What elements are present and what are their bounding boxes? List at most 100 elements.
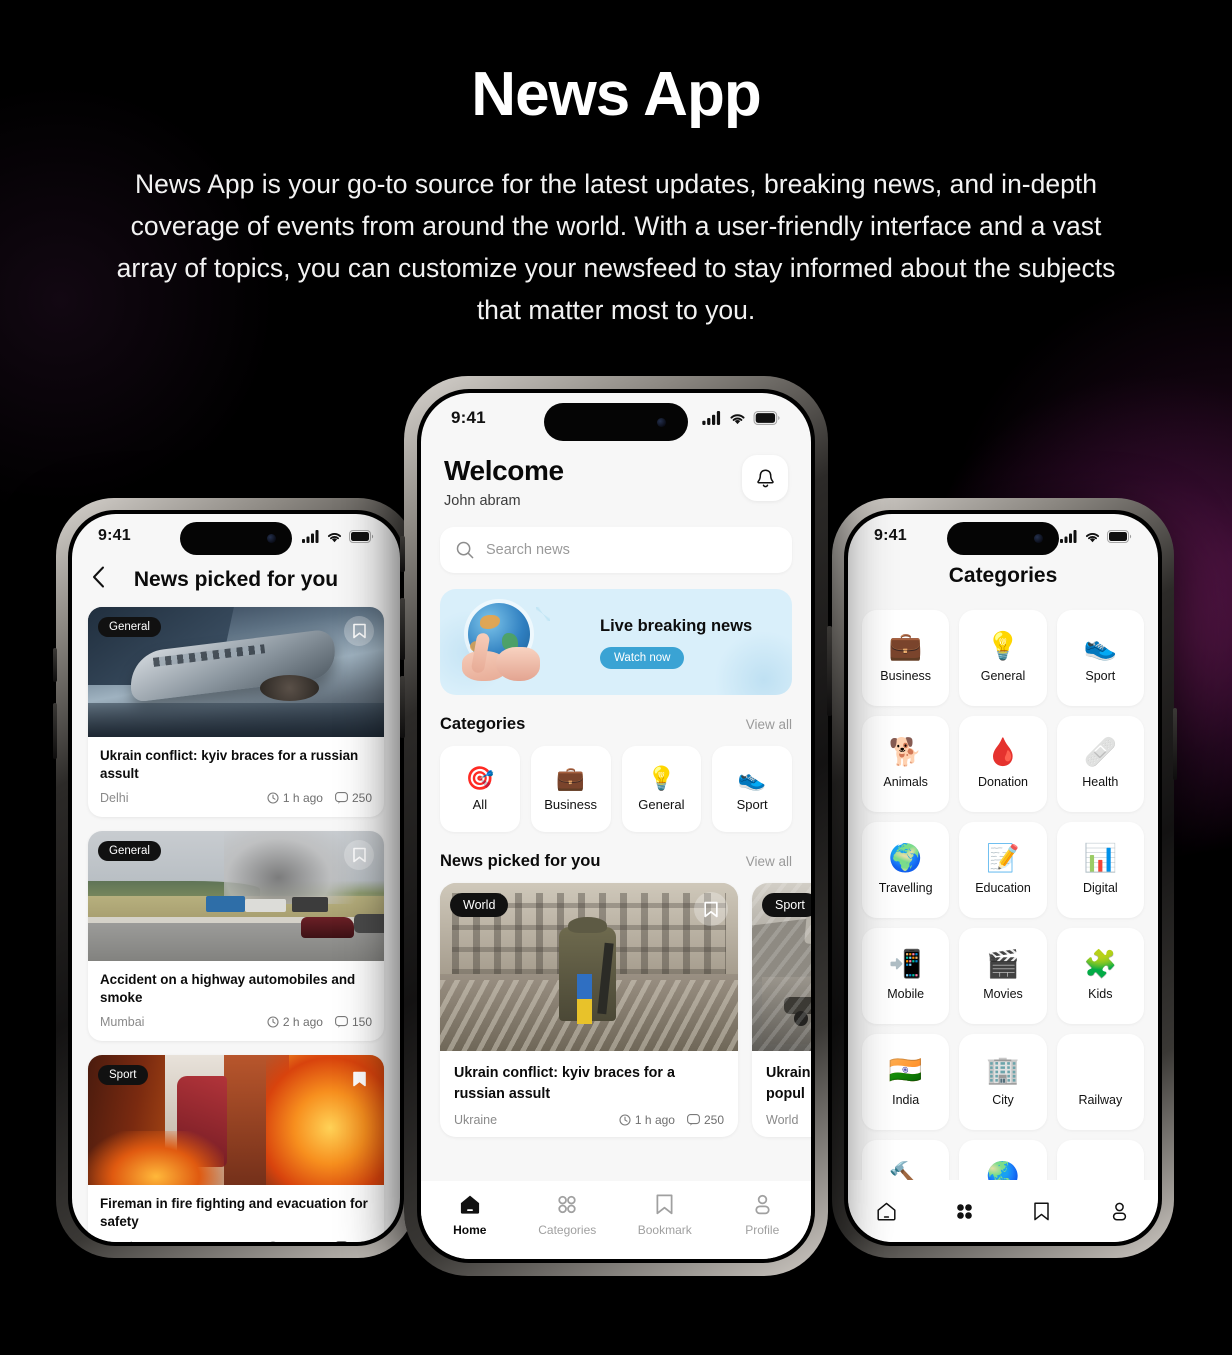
category-label: India <box>892 1093 920 1107</box>
home-icon <box>460 1195 479 1214</box>
picked-view-all-link[interactable]: View all <box>746 854 792 869</box>
railway-track-icon: 🛤 <box>1083 1055 1118 1085</box>
category-label: Donation <box>977 775 1029 789</box>
category-grid-cell[interactable]: 📊 Digital <box>1056 822 1144 918</box>
bookmark-button[interactable] <box>694 892 728 926</box>
article-tag: World <box>450 893 509 917</box>
tab-home[interactable] <box>848 1201 926 1222</box>
article-title: Accident on a highway automobiles and sm… <box>100 972 356 1006</box>
banner-image-globe <box>440 589 600 695</box>
category-label: Travelling <box>878 881 933 895</box>
bookmark-icon <box>352 847 366 863</box>
first-aid-kit-icon: 🩹 <box>1083 737 1118 767</box>
picked-section-title: News picked for you <box>440 852 601 870</box>
search-input[interactable]: Search news <box>440 527 792 573</box>
bookmark-button[interactable] <box>344 616 374 646</box>
picked-cards-carousel[interactable]: World Ukrain conflict: kyiv braces for a… <box>440 883 811 1138</box>
bookmark-button[interactable] <box>344 840 374 871</box>
status-time: 9:41 <box>874 527 907 544</box>
categories-view-all-link[interactable]: View all <box>746 717 792 732</box>
article-tag: General <box>98 617 161 637</box>
tab-profile[interactable]: Profile <box>714 1193 812 1237</box>
cellular-signal-icon <box>702 411 721 425</box>
puzzle-piece-icon: 🧩 <box>1083 949 1118 979</box>
battery-icon <box>753 411 780 425</box>
tab-profile[interactable] <box>1081 1201 1159 1222</box>
category-grid-cell[interactable]: 🐕 Animals <box>862 716 950 812</box>
category-chip[interactable]: 👟 Sport <box>712 746 792 832</box>
category-grid-cell[interactable]: 🎬 Movies <box>959 928 1047 1024</box>
picked-card[interactable]: World Ukrain conflict: kyiv braces for a… <box>440 883 738 1138</box>
phone-mockup-right: 9:41 Categories 💼 Business 💡 General 👟 S… <box>832 498 1177 1258</box>
lightbulb-news-icon: 💡 <box>986 631 1020 661</box>
bookmark-icon <box>656 1194 673 1215</box>
comment-icon <box>335 1240 348 1242</box>
article-source: Mumbai <box>100 1015 145 1030</box>
cellular-signal-icon <box>1060 529 1077 543</box>
category-label: Kids <box>1088 987 1113 1001</box>
tab-home[interactable]: Home <box>421 1193 519 1237</box>
category-label: Mobile <box>887 987 925 1001</box>
live-breaking-banner[interactable]: Live breaking news Watch now <box>440 589 792 695</box>
category-grid-cell[interactable]: 💡 General <box>959 610 1047 706</box>
dog-icon: 🐕 <box>888 737 923 767</box>
category-grid-cell[interactable]: 💼 Business <box>862 610 950 706</box>
wifi-icon <box>1085 532 1100 542</box>
category-grid-cell[interactable]: 🛤 Railway <box>1056 1034 1144 1130</box>
picked-card-media: World <box>440 883 738 1051</box>
news-card-media: General <box>88 607 384 737</box>
running-shoe-icon: 👟 <box>737 764 767 791</box>
battery-icon <box>349 529 374 543</box>
watch-now-button[interactable]: Watch now <box>600 646 685 669</box>
tab-categories[interactable]: Categories <box>519 1193 617 1237</box>
news-card[interactable]: General Ukrain conflict: kyiv braces for… <box>88 607 384 818</box>
welcome-header: Welcome John abram <box>440 443 792 509</box>
news-card[interactable]: General Accident on a highway automobile… <box>88 831 384 1042</box>
category-grid-cell[interactable]: 🏢 City <box>959 1034 1047 1130</box>
comment-icon <box>687 1114 700 1127</box>
tab-bookmark[interactable] <box>1003 1201 1081 1222</box>
tab-label: Categories <box>538 1223 597 1237</box>
picked-section-header: News picked for you View all <box>440 852 792 871</box>
category-grid-cell[interactable]: 🧩 Kids <box>1056 928 1144 1024</box>
notifications-button[interactable] <box>742 455 788 501</box>
category-label: Education <box>975 881 1031 895</box>
picked-card-media: Sport <box>752 883 811 1051</box>
category-grid-cell[interactable]: 🩹 Health <box>1056 716 1144 812</box>
india-flag-icon: 🇮🇳 <box>888 1055 923 1085</box>
banner-title: Live breaking news <box>600 617 753 636</box>
phone-mockup-center: 9:41 Welcome John abram Search news Live… <box>400 376 832 1276</box>
category-label: Digital <box>1082 881 1118 895</box>
news-card[interactable]: Sport Fireman in fire fighting and evacu… <box>88 1055 384 1242</box>
running-shoe-icon: 👟 <box>1083 631 1118 661</box>
category-grid-cell[interactable]: 📲 Mobile <box>862 928 950 1024</box>
category-chip[interactable]: 💼 Business <box>530 746 611 832</box>
article-title: Ukrainian the popul <box>766 1065 811 1102</box>
picked-card[interactable]: Sport Ukrainian the popul World <box>752 883 811 1138</box>
globe-plane-icon: 🌍 <box>888 843 923 873</box>
tab-label: Home <box>453 1223 487 1237</box>
article-comments: 150 <box>351 1015 372 1030</box>
tab-bookmark[interactable]: Bookmark <box>616 1193 714 1237</box>
clock-icon <box>267 792 279 804</box>
category-chip[interactable]: 🎯 All <box>440 746 520 832</box>
category-grid-cell[interactable]: 🇮🇳 India <box>862 1034 950 1130</box>
categories-chip-row: 🎯 All 💼 Business 💡 General 👟 Sport <box>440 746 792 832</box>
left-screen-title: News picked for you <box>133 567 339 591</box>
category-grid-cell[interactable]: 👟 Sport <box>1056 610 1144 706</box>
categories-section-header: Categories View all <box>440 715 792 734</box>
dynamic-island <box>947 522 1059 555</box>
category-grid-cell[interactable]: 📝 Education <box>959 822 1047 918</box>
bottom-tab-bar-center: Home Categories Bookmark Profile <box>421 1181 811 1259</box>
right-screen-title: Categories <box>948 564 1058 587</box>
article-comments: 255 <box>352 1240 372 1242</box>
category-grid-cell[interactable]: 🌍 Travelling <box>862 822 950 918</box>
article-time: 1 h ago <box>634 1113 675 1128</box>
categories-screen: 9:41 Categories 💼 Business 💡 General 👟 S… <box>848 514 1158 1242</box>
category-grid-cell[interactable]: 🩸 Donation <box>959 716 1047 812</box>
article-tag: Sport <box>98 1065 148 1086</box>
person-icon <box>755 1194 770 1215</box>
category-label: Sport <box>736 796 768 812</box>
category-chip[interactable]: 💡 General <box>621 746 702 832</box>
tab-categories[interactable] <box>926 1201 1004 1222</box>
